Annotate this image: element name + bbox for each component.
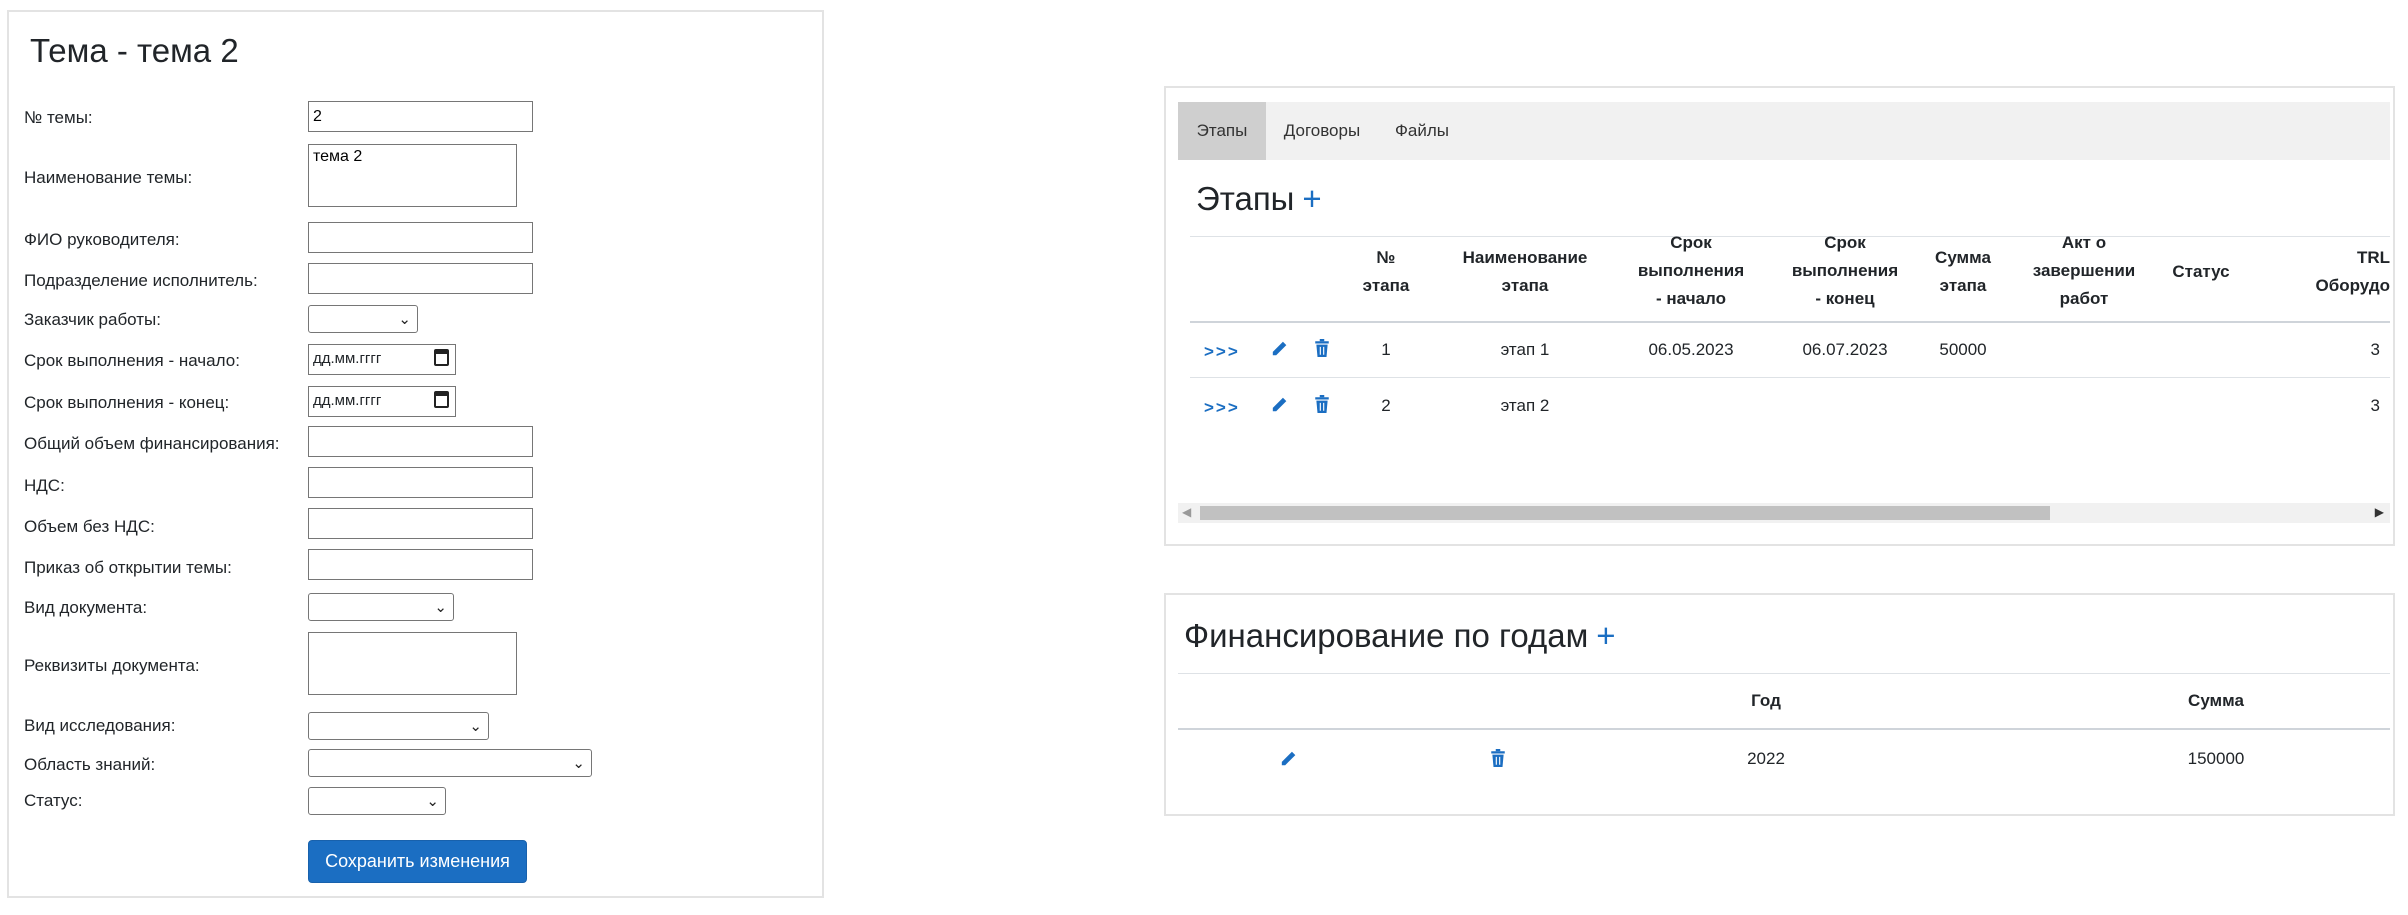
topic-edit-form: Тема - тема 2 № темы: Наименование темы:… <box>7 10 824 898</box>
research-type-label: Вид исследования: <box>24 716 176 735</box>
header-stage-name: Наименование этапа <box>1462 248 1588 295</box>
amount-no-vat-input[interactable] <box>308 508 533 539</box>
fin-table-top-divider <box>1178 673 2390 674</box>
knowledge-area-label: Область знаний: <box>24 755 156 774</box>
total-funding-label: Общий объем финансирования: <box>24 434 280 453</box>
calendar-icon[interactable] <box>434 349 449 366</box>
cell-fin-sum: 150000 <box>2187 749 2245 768</box>
doc-details-label: Реквизиты документа: <box>24 656 200 675</box>
status-select[interactable]: ⌄ <box>308 787 446 815</box>
header-act: Акт о завершении работ <box>2032 233 2136 308</box>
save-changes-button[interactable]: Сохранить изменения <box>308 840 527 883</box>
doc-type-select[interactable]: ⌄ <box>308 593 454 621</box>
scrollbar-thumb[interactable] <box>1200 506 2050 520</box>
header-start: Срок выполнения - начало <box>1637 233 1745 308</box>
manager-label: ФИО руководителя: <box>24 230 180 249</box>
financing-title: Финансирование по годам + <box>1184 617 1616 655</box>
manager-input[interactable] <box>308 222 533 253</box>
doc-type-label: Вид документа: <box>24 598 148 617</box>
scroll-left-arrow-icon[interactable]: ◀ <box>1182 505 1191 519</box>
vat-input[interactable] <box>308 467 533 498</box>
open-order-input[interactable] <box>308 549 533 580</box>
stages-title: Этапы + <box>1196 180 1322 218</box>
vat-label: НДС: <box>24 476 65 495</box>
start-date-placeholder: дд.мм.гггг <box>313 350 382 367</box>
doc-details-textarea[interactable] <box>308 632 517 695</box>
department-label: Подразделение исполнитель: <box>24 271 258 290</box>
cell-sum: 50000 <box>1939 340 1987 359</box>
form-title: Тема - тема 2 <box>30 32 239 69</box>
header-sum: Сумма этапа <box>1935 248 1991 295</box>
scroll-right-arrow-icon[interactable]: ▶ <box>2375 505 2384 519</box>
financing-title-text: Финансирование по годам <box>1184 617 1589 654</box>
financing-panel: Финансирование по годам + Год Сумма 2022 … <box>1164 593 2395 816</box>
topic-name-label: Наименование темы: <box>24 168 193 187</box>
open-order-label: Приказ об открытии темы: <box>24 558 232 577</box>
end-date-placeholder: дд.мм.гггг <box>313 392 382 409</box>
chevron-down-icon: ⌄ <box>426 793 439 810</box>
chevron-down-icon: ⌄ <box>469 718 482 735</box>
research-type-select[interactable]: ⌄ <box>308 712 489 740</box>
total-funding-input[interactable] <box>308 426 533 457</box>
customer-label: Заказчик работы: <box>24 310 161 329</box>
add-financing-plus-icon[interactable]: + <box>1596 617 1615 654</box>
cell-stage-no: 2 <box>1381 396 1391 415</box>
header-trl: TRL Оборудо <box>2315 248 2390 295</box>
header-status: Статус <box>2172 262 2230 281</box>
cell-end: 06.07.2023 <box>1802 340 1888 359</box>
pencil-icon[interactable] <box>1270 340 1288 358</box>
tab-files[interactable]: Файлы <box>1386 102 1458 160</box>
cell-stage-name: этап 1 <box>1500 340 1550 359</box>
start-date-label: Срок выполнения - начало: <box>24 351 240 370</box>
customer-select[interactable]: ⌄ <box>308 305 418 333</box>
header-year: Год <box>1751 691 1781 710</box>
horizontal-scrollbar[interactable]: ◀ ▶ <box>1178 503 2390 523</box>
cell-stage-name: этап 2 <box>1500 396 1550 415</box>
header-stage-no: № этапа <box>1362 248 1410 295</box>
cell-stage-no: 1 <box>1381 340 1391 359</box>
open-arrows-icon[interactable]: >>> <box>1204 342 1240 362</box>
trash-icon[interactable] <box>1314 395 1330 413</box>
cell-trl: 3 <box>2370 396 2380 415</box>
topic-name-textarea[interactable]: тема 2 <box>308 144 517 207</box>
trash-icon[interactable] <box>1314 339 1330 357</box>
stages-panel: Этапы Договоры Файлы Этапы + № этапа Наиме… <box>1164 86 2395 546</box>
header-fin-sum: Сумма <box>2188 691 2244 710</box>
topic-no-input[interactable] <box>308 101 533 132</box>
amount-no-vat-label: Объем без НДС: <box>24 517 155 536</box>
department-input[interactable] <box>308 263 533 294</box>
pencil-icon[interactable] <box>1279 750 1297 768</box>
stages-title-text: Этапы <box>1196 180 1295 217</box>
pencil-icon[interactable] <box>1270 396 1288 414</box>
cell-trl: 3 <box>2370 340 2380 359</box>
calendar-icon[interactable] <box>434 391 449 408</box>
open-arrows-icon[interactable]: >>> <box>1204 398 1240 418</box>
header-end: Срок выполнения - конец <box>1791 233 1899 308</box>
start-date-input[interactable]: дд.мм.гггг <box>308 344 456 375</box>
header-divider <box>1190 321 2390 323</box>
chevron-down-icon: ⌄ <box>572 755 585 772</box>
cell-year: 2022 <box>1747 749 1785 768</box>
tab-bar: Этапы Договоры Файлы <box>1178 102 2390 160</box>
row-divider <box>1190 377 2390 378</box>
cell-start: 06.05.2023 <box>1648 340 1734 359</box>
knowledge-area-select[interactable]: ⌄ <box>308 749 592 777</box>
chevron-down-icon: ⌄ <box>434 599 447 616</box>
topic-no-label: № темы: <box>24 108 93 127</box>
tab-contracts[interactable]: Договоры <box>1274 102 1370 160</box>
trash-icon[interactable] <box>1490 749 1506 767</box>
end-date-label: Срок выполнения - конец: <box>24 393 230 412</box>
tab-stages[interactable]: Этапы <box>1178 102 1266 160</box>
chevron-down-icon: ⌄ <box>398 311 411 328</box>
fin-header-divider <box>1178 728 2390 730</box>
status-label: Статус: <box>24 791 83 810</box>
end-date-input[interactable]: дд.мм.гггг <box>308 386 456 417</box>
add-stage-plus-icon[interactable]: + <box>1302 180 1321 217</box>
